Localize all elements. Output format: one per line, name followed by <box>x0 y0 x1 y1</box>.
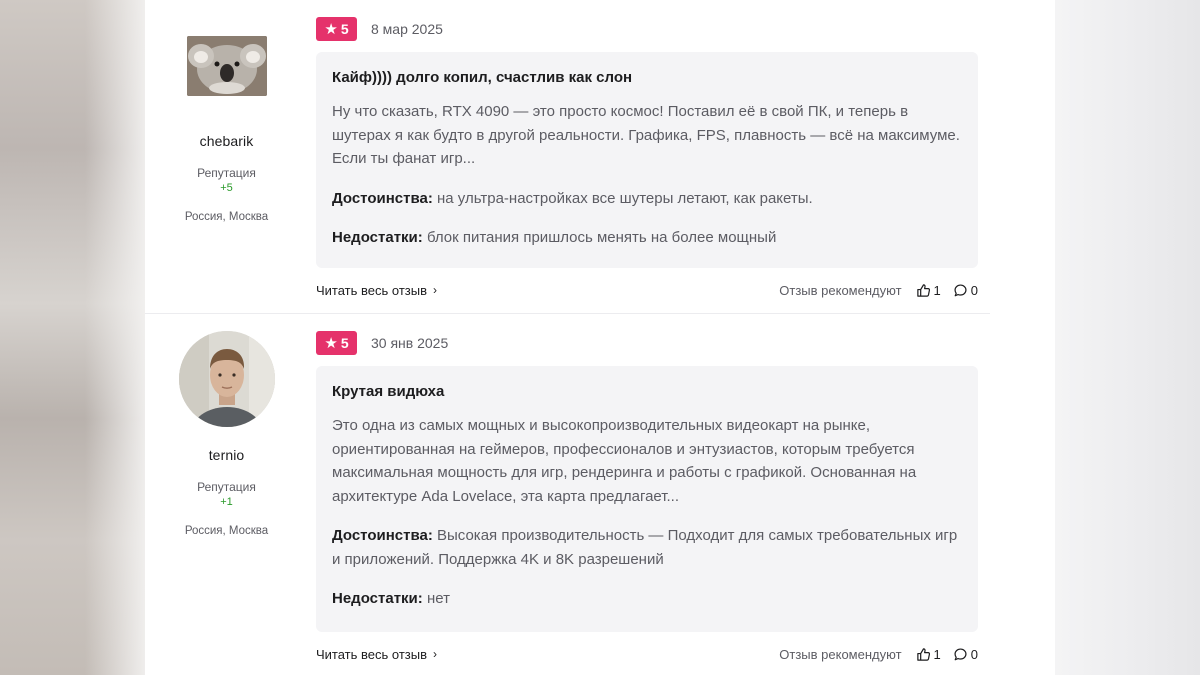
person-avatar-icon <box>178 331 275 427</box>
cons-text: блок питания пришлось менять на более мо… <box>426 229 777 246</box>
chevron-right-icon: › <box>433 283 438 297</box>
thumbs-up-icon <box>916 647 930 661</box>
author-name[interactable]: ternio <box>145 447 308 463</box>
avatar[interactable] <box>186 36 267 96</box>
reputation-label: Репутация <box>197 480 256 494</box>
review-pros: Достоинства: на ультра-настройках все шу… <box>332 187 962 211</box>
review-cons: Недостатки: блок питания пришлось менять… <box>332 226 962 250</box>
review-actions: Отзыв рекомендуют 1 0 <box>779 283 978 298</box>
read-more-label: Читать весь отзыв <box>316 646 428 662</box>
author-name[interactable]: chebarik <box>145 133 308 149</box>
koala-avatar-icon <box>186 36 267 96</box>
rating-value: 5 <box>340 21 349 37</box>
review-card: Кайф)))) долго копил, счастлив как слон … <box>316 52 978 268</box>
cons-text: нет <box>426 590 450 607</box>
review-title[interactable]: Крутая видюха <box>332 383 962 400</box>
chevron-right-icon: › <box>433 647 438 661</box>
cons-label: Недостатки: <box>332 229 423 246</box>
read-more-link[interactable]: Читать весь отзыв › <box>316 283 437 298</box>
right-backdrop <box>1055 0 1200 675</box>
comment-button[interactable]: 0 <box>953 647 978 662</box>
recommend-label: Отзыв рекомендуют <box>779 646 902 662</box>
author-location: Россия, Москва <box>184 525 269 537</box>
like-count: 1 <box>933 282 941 298</box>
read-more-link[interactable]: Читать весь отзыв › <box>316 647 437 662</box>
recommend-label: Отзыв рекомендуют <box>779 282 902 298</box>
review-author: chebarik Репутация +5 Россия, Москва <box>145 0 308 223</box>
review-meta: ★ 5 30 янв 2025 <box>316 331 448 355</box>
rating-badge: ★ 5 <box>316 331 357 355</box>
comment-count: 0 <box>970 282 978 298</box>
review-actions: Отзыв рекомендуют 1 0 <box>779 647 978 662</box>
review-item: ternio Репутация +1 Россия, Москва ★ 5 3… <box>145 314 990 675</box>
comment-icon <box>954 647 967 660</box>
comment-icon <box>954 283 967 296</box>
comment-count: 0 <box>970 646 978 662</box>
review-text: Это одна из самых мощных и высокопроизво… <box>332 417 917 505</box>
left-backdrop <box>0 0 145 675</box>
author-location: Россия, Москва <box>184 211 269 223</box>
review-author: ternio Репутация +1 Россия, Москва <box>145 314 308 537</box>
star-icon: ★ <box>324 20 338 38</box>
rating-value: 5 <box>340 335 349 351</box>
cons-label: Недостатки: <box>332 590 423 607</box>
avatar[interactable] <box>178 331 275 427</box>
read-more-label: Читать весь отзыв <box>316 282 428 298</box>
review-footer: Читать весь отзыв › Отзыв рекомендуют 1 … <box>316 644 978 664</box>
pros-label: Достоинства: <box>332 189 433 207</box>
review-title[interactable]: Кайф)))) долго копил, счастлив как слон <box>332 69 962 86</box>
pros-text: на ультра-настройках все шутеры летают, … <box>437 189 813 207</box>
reviews-list: chebarik Репутация +5 Россия, Москва ★ 5… <box>145 0 1055 675</box>
like-count: 1 <box>933 646 941 662</box>
reputation-value: +1 <box>220 496 233 508</box>
review-meta: ★ 5 8 мар 2025 <box>316 17 443 41</box>
thumbs-up-icon <box>916 283 930 297</box>
like-button[interactable]: 1 <box>916 283 941 298</box>
pros-label: Достоинства: <box>332 527 433 544</box>
review-cons: Недостатки: нет <box>332 587 962 611</box>
reputation-value: +5 <box>220 182 233 194</box>
comment-button[interactable]: 0 <box>953 283 978 298</box>
review-card: Крутая видюха Это одна из самых мощных и… <box>316 366 978 632</box>
review-footer: Читать весь отзыв › Отзыв рекомендуют 1 … <box>316 280 978 300</box>
review-pros: Достоинства: Высокая производительность … <box>332 524 962 571</box>
review-text: Ну что сказать, RTX 4090 — это просто ко… <box>332 103 960 167</box>
like-button[interactable]: 1 <box>916 647 941 662</box>
star-icon: ★ <box>324 334 338 352</box>
review-date: 8 мар 2025 <box>371 21 443 37</box>
reputation-label: Репутация <box>197 166 256 180</box>
review-item: chebarik Репутация +5 Россия, Москва ★ 5… <box>145 0 990 314</box>
rating-badge: ★ 5 <box>316 17 357 41</box>
review-date: 30 янв 2025 <box>371 335 449 351</box>
